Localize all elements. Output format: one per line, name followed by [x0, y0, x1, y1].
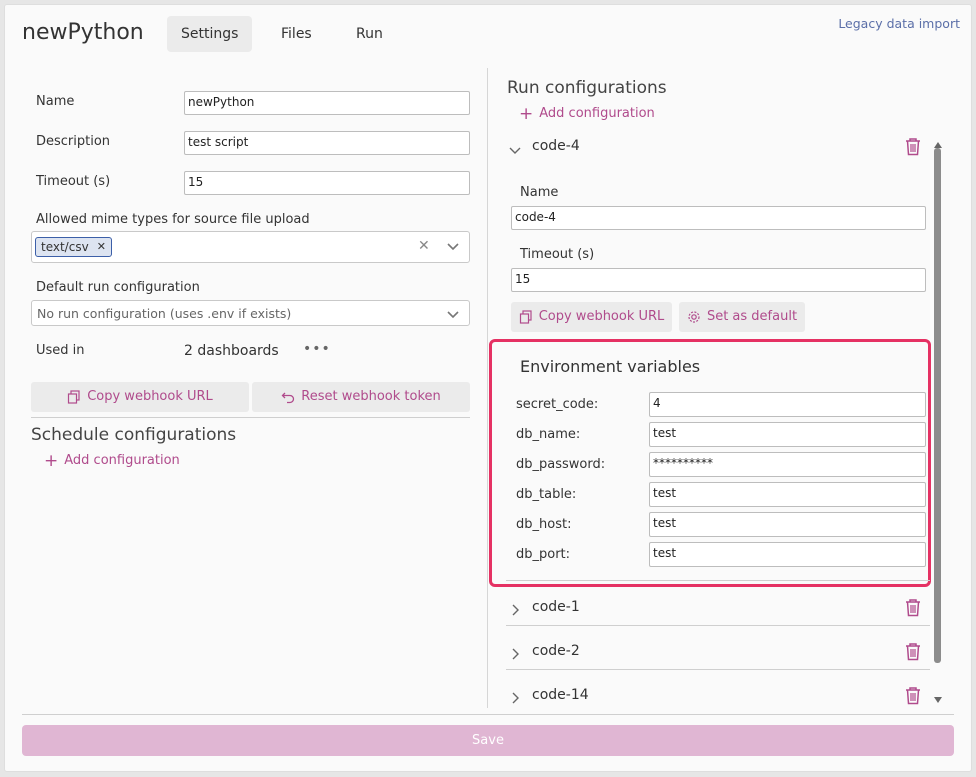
- clear-icon[interactable]: ✕: [418, 238, 430, 254]
- save-button[interactable]: Save: [22, 725, 954, 756]
- chevron-down-icon[interactable]: [446, 238, 460, 257]
- mime-chip: text/csv ✕: [35, 237, 112, 257]
- used-in-label: Used in: [36, 343, 85, 358]
- page-title: newPython: [22, 20, 144, 45]
- env-key: db_host:: [516, 517, 572, 532]
- tab-settings[interactable]: Settings: [167, 16, 253, 52]
- copy-icon: [68, 390, 80, 404]
- tab-run[interactable]: Run: [342, 16, 397, 52]
- env-value-input[interactable]: test: [649, 542, 926, 567]
- divider: [506, 669, 930, 670]
- timeout-input[interactable]: 15: [184, 171, 470, 195]
- legacy-data-import-link[interactable]: Legacy data import: [838, 16, 960, 31]
- tab-files[interactable]: Files: [267, 16, 326, 52]
- run-name-input[interactable]: code-4: [511, 206, 926, 230]
- env-value-input[interactable]: test: [649, 422, 926, 447]
- env-value-input[interactable]: 4: [649, 392, 926, 417]
- run-timeout-input[interactable]: 15: [511, 268, 926, 292]
- chevron-down-icon[interactable]: [509, 141, 521, 160]
- add-run-configuration-label: Add configuration: [539, 106, 655, 121]
- copy-webhook-label: Copy webhook URL: [538, 309, 665, 324]
- run-config-name[interactable]: code-4: [532, 138, 580, 154]
- env-key: db_table:: [516, 487, 577, 502]
- description-label: Description: [36, 134, 111, 149]
- chip-remove-icon[interactable]: ✕: [97, 238, 106, 256]
- mime-types-label: Allowed mime types for source file uploa…: [36, 212, 310, 227]
- mime-chip-label: text/csv: [41, 240, 89, 254]
- env-value-input[interactable]: test: [649, 482, 926, 507]
- run-timeout-label: Timeout (s): [520, 247, 595, 262]
- run-config-name[interactable]: code-1: [532, 599, 580, 615]
- used-in-value: 2 dashboards: [184, 343, 279, 359]
- name-input[interactable]: newPython: [184, 91, 470, 115]
- gear-icon: [688, 311, 700, 323]
- chevron-right-icon[interactable]: [510, 689, 520, 708]
- divider: [22, 714, 954, 715]
- environment-variables-title: Environment variables: [520, 357, 701, 376]
- reset-webhook-button[interactable]: Reset webhook token: [252, 382, 470, 412]
- copy-icon: [519, 310, 532, 324]
- env-key: secret_code:: [516, 397, 599, 412]
- trash-icon[interactable]: [904, 137, 922, 160]
- plus-icon: +: [519, 103, 534, 124]
- chevron-down-icon[interactable]: [446, 306, 460, 325]
- plus-icon: +: [44, 450, 59, 471]
- timeout-label: Timeout (s): [36, 174, 111, 189]
- run-name-label: Name: [520, 185, 559, 200]
- env-value-input[interactable]: **********: [649, 452, 926, 477]
- schedule-configurations-title: Schedule configurations: [31, 425, 237, 445]
- more-icon[interactable]: •••: [303, 341, 331, 357]
- chevron-right-icon[interactable]: [510, 645, 520, 664]
- trash-icon[interactable]: [904, 598, 922, 621]
- copy-webhook-label: Copy webhook URL: [87, 389, 213, 404]
- add-run-configuration-button[interactable]: + Add configuration: [519, 103, 655, 124]
- add-schedule-configuration-label: Add configuration: [64, 453, 180, 468]
- chevron-right-icon[interactable]: [510, 601, 520, 620]
- set-as-default-button[interactable]: Set as default: [679, 302, 805, 332]
- env-value-input[interactable]: test: [649, 512, 926, 537]
- env-key: db_port:: [516, 547, 571, 562]
- trash-icon[interactable]: [904, 686, 922, 709]
- trash-icon[interactable]: [904, 642, 922, 665]
- default-run-label: Default run configuration: [36, 280, 200, 295]
- env-key: db_name:: [516, 427, 581, 442]
- reset-webhook-label: Reset webhook token: [301, 389, 441, 404]
- add-schedule-configuration-button[interactable]: + Add configuration: [44, 450, 180, 471]
- set-as-default-label: Set as default: [706, 309, 798, 324]
- env-key: db_password:: [516, 457, 606, 472]
- copy-webhook-button[interactable]: Copy webhook URL: [511, 302, 672, 332]
- scroll-down-icon[interactable]: [933, 689, 943, 708]
- divider: [31, 417, 470, 418]
- divider: [506, 625, 930, 626]
- run-config-name[interactable]: code-2: [532, 643, 580, 659]
- run-config-name[interactable]: code-14: [532, 687, 589, 703]
- name-label: Name: [36, 94, 75, 109]
- run-configurations-title: Run configurations: [507, 78, 667, 98]
- description-input[interactable]: test script: [184, 131, 470, 155]
- scrollbar-thumb[interactable]: [934, 148, 941, 663]
- undo-icon: [281, 392, 295, 404]
- column-divider: [487, 68, 488, 708]
- default-run-value: No run configuration (uses .env if exist…: [37, 306, 292, 321]
- copy-webhook-button[interactable]: Copy webhook URL: [31, 382, 249, 412]
- divider: [506, 580, 930, 581]
